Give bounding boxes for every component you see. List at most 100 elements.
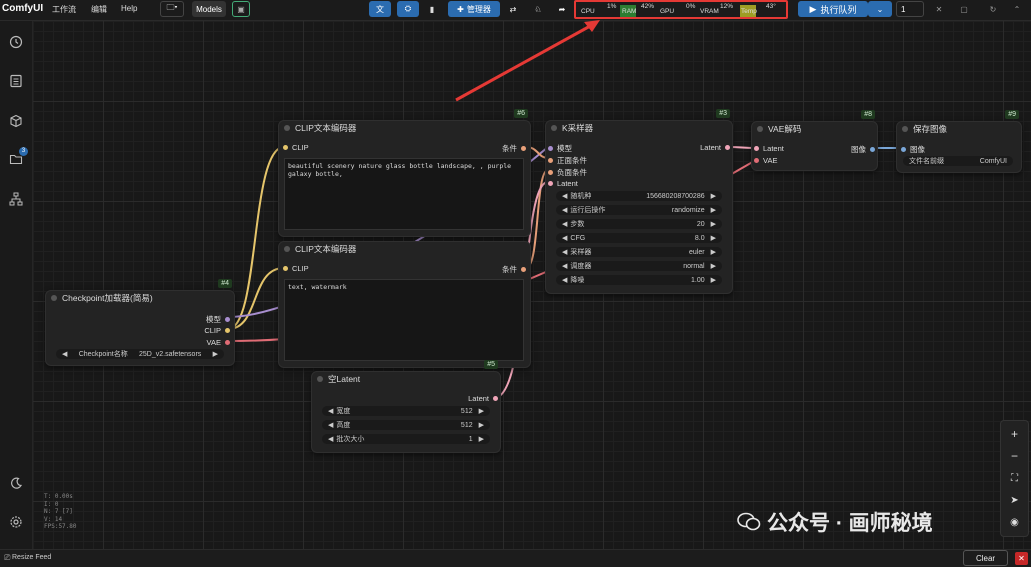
- node-id-badge: #9: [1005, 110, 1019, 119]
- arrow-left-icon: ◀: [562, 235, 568, 242]
- prompt-textarea[interactable]: beautiful scenery nature glass bottle la…: [284, 158, 524, 230]
- node-clip-text-encode-positive[interactable]: #6 CLIP文本编码器 CLIP 条件 beautiful scenery n…: [278, 109, 531, 237]
- zoom-out-icon[interactable]: −: [1001, 445, 1028, 467]
- node-title: VAE解码: [752, 122, 877, 136]
- output-conditioning[interactable]: 条件: [502, 264, 526, 275]
- arrow-right-icon: ▶: [212, 351, 218, 358]
- widget-value: randomize: [671, 206, 705, 214]
- arrow-left-icon: ◀: [62, 351, 68, 358]
- zoom-in-icon[interactable]: +: [1001, 423, 1028, 445]
- close-panel-icon[interactable]: ✕: [1015, 552, 1028, 565]
- stat-i: I: 0: [44, 500, 59, 508]
- select-mode-icon[interactable]: ➤: [1001, 489, 1028, 511]
- output-vae[interactable]: VAE: [207, 338, 230, 347]
- toggle-links-eye-icon[interactable]: ◉: [1001, 511, 1028, 533]
- output-latent[interactable]: Latent: [700, 143, 730, 152]
- widget-value: 512: [460, 407, 473, 415]
- arrow-right-icon: ▶: [710, 193, 716, 200]
- port-label: 条件: [502, 144, 517, 153]
- arrow-right-icon: ▶: [710, 263, 716, 270]
- node-save-image[interactable]: #9 保存图像 图像 文件名前缀 ComfyUI: [896, 110, 1022, 173]
- output-model[interactable]: 模型: [206, 314, 230, 325]
- widget-steps[interactable]: ◀ 步数 20 ▶: [556, 219, 722, 229]
- node-title: Checkpoint加载器(简易): [46, 291, 234, 305]
- widget-control-after-generate[interactable]: ◀ 运行后操作 randomize ▶: [556, 205, 722, 215]
- terminal-icon: ⎚: [4, 553, 11, 562]
- output-conditioning[interactable]: 条件: [502, 143, 526, 154]
- output-image[interactable]: 图像: [851, 144, 875, 155]
- widget-sampler[interactable]: ◀ 采样器 euler ▶: [556, 247, 722, 257]
- widget-value: 20: [696, 220, 705, 228]
- widget-label: 批次大小: [336, 436, 365, 443]
- port-label: VAE: [206, 338, 221, 347]
- node-clip-text-encode-negative[interactable]: #7 CLIP文本编码器 CLIP 条件 text, watermark: [278, 241, 531, 368]
- node-checkpoint-loader[interactable]: #4 Checkpoint加载器(简易) 模型 CLIP VAE ◀ Check…: [45, 279, 235, 366]
- input-images[interactable]: 图像: [901, 144, 925, 155]
- arrow-right-icon: ▶: [478, 408, 484, 415]
- port-label: CLIP: [204, 326, 221, 335]
- input-latent[interactable]: Latent: [548, 179, 578, 188]
- widget-value: 512: [460, 421, 473, 429]
- arrow-left-icon: ◀: [562, 193, 568, 200]
- node-ksampler[interactable]: #3 K采样器 模型 正面条件 负面条件 Latent Latent ◀ 随机种 1…: [545, 109, 733, 294]
- input-vae[interactable]: VAE: [754, 156, 777, 165]
- widget-width[interactable]: ◀ 宽度 512 ▶: [322, 406, 490, 416]
- port-label: CLIP: [292, 143, 309, 152]
- clip-wire: [227, 267, 285, 330]
- stat-fps: FPS:57.80: [44, 523, 77, 530]
- output-latent[interactable]: Latent: [468, 394, 498, 403]
- node-title: 空Latent: [312, 372, 500, 386]
- widget-label: 文件名前缀: [909, 158, 944, 165]
- widget-value: normal: [683, 262, 705, 270]
- node-title: CLIP文本编码器: [279, 121, 530, 135]
- port-label: 条件: [502, 265, 517, 274]
- widget-value: 1.00: [690, 276, 705, 284]
- arrow-left-icon: ◀: [562, 221, 568, 228]
- widget-height[interactable]: ◀ 高度 512 ▶: [322, 420, 490, 430]
- widget-cfg[interactable]: ◀ CFG 8.0 ▶: [556, 233, 722, 243]
- fit-view-icon[interactable]: ⛶: [1001, 467, 1028, 489]
- widget-label: 采样器: [570, 249, 592, 256]
- widget-batch-size[interactable]: ◀ 批次大小 1 ▶: [322, 434, 490, 444]
- stat-nodes: N: 7 [7]: [44, 508, 73, 515]
- node-title: K采样器: [546, 121, 732, 135]
- arrow-right-icon: ▶: [710, 221, 716, 228]
- widget-label: 宽度: [336, 408, 351, 415]
- node-empty-latent[interactable]: #5 空Latent Latent ◀ 宽度 512 ▶ ◀ 高度 512 ▶ ◀ 批次大小 1…: [311, 360, 501, 453]
- node-vae-decode[interactable]: #8 VAE解码 Latent VAE 图像: [751, 110, 878, 171]
- widget-label: CFG: [570, 234, 586, 242]
- input-clip[interactable]: CLIP: [283, 143, 309, 152]
- resize-feed-label[interactable]: Resize Feed: [12, 554, 51, 561]
- input-positive[interactable]: 正面条件: [548, 155, 587, 166]
- port-label: Latent: [700, 143, 721, 152]
- widget-label: 随机种: [570, 193, 592, 200]
- widget-value: ComfyUI: [979, 157, 1007, 165]
- widget-filename-prefix[interactable]: 文件名前缀 ComfyUI: [903, 156, 1013, 166]
- port-label: CLIP: [292, 264, 309, 273]
- input-clip[interactable]: CLIP: [283, 264, 309, 273]
- node-id-badge: #6: [514, 109, 528, 118]
- input-model[interactable]: 模型: [548, 143, 572, 154]
- output-clip[interactable]: CLIP: [204, 326, 230, 335]
- widget-denoise[interactable]: ◀ 降噪 1.00 ▶: [556, 275, 722, 285]
- clear-button[interactable]: Clear: [963, 550, 1008, 566]
- widget-ckpt-name[interactable]: ◀ Checkpoint名称 25D_v2.safetensors ▶: [56, 349, 224, 359]
- widget-label: 高度: [336, 422, 351, 429]
- arrow-right-icon: ▶: [710, 277, 716, 284]
- node-id-badge: #5: [484, 360, 498, 369]
- port-label: 图像: [851, 145, 866, 154]
- arrow-right-icon: ▶: [710, 207, 716, 214]
- port-label: Latent: [468, 394, 489, 403]
- input-samples[interactable]: Latent: [754, 144, 784, 153]
- arrow-left-icon: ◀: [562, 263, 568, 270]
- prompt-textarea[interactable]: text, watermark: [284, 279, 524, 361]
- bottom-bar: ⎚ Resize Feed Clear ✕: [0, 549, 1031, 567]
- port-label: 图像: [910, 145, 925, 154]
- input-negative[interactable]: 负面条件: [548, 167, 587, 178]
- port-label: Latent: [763, 144, 784, 153]
- arrow-left-icon: ◀: [328, 436, 334, 443]
- widget-label: 运行后操作: [570, 207, 606, 214]
- widget-scheduler[interactable]: ◀ 调度器 normal ▶: [556, 261, 722, 271]
- arrow-right-icon: ▶: [478, 436, 484, 443]
- widget-seed[interactable]: ◀ 随机种 156680208700286 ▶: [556, 191, 722, 201]
